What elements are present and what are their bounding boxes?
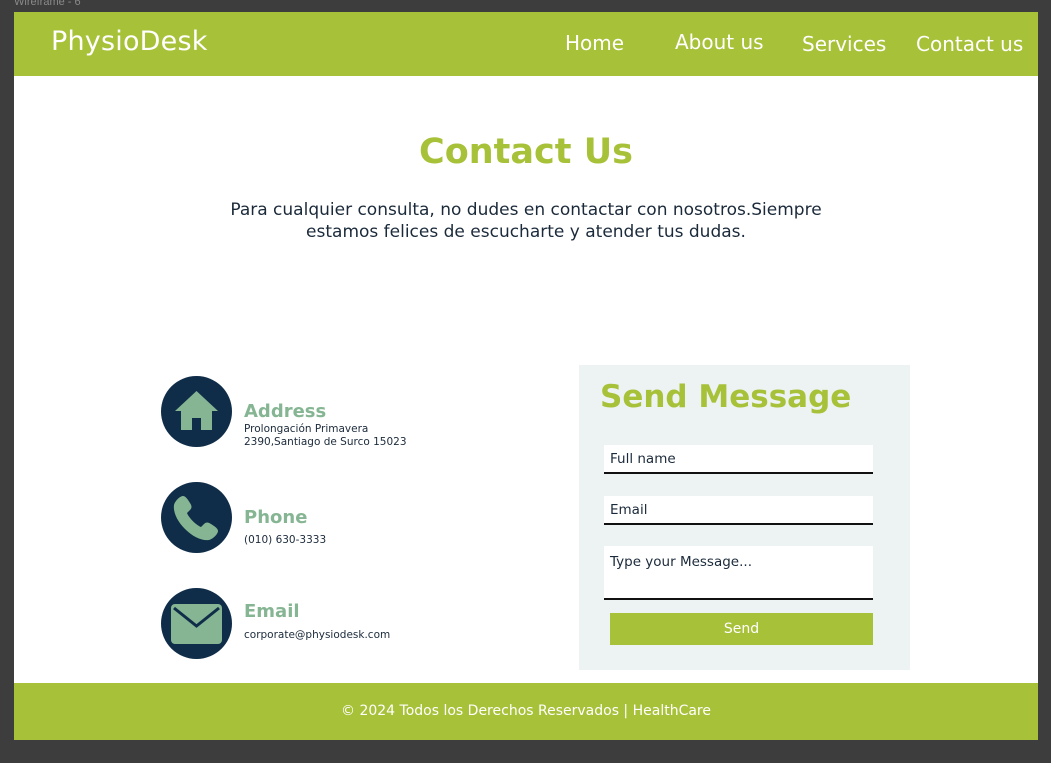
- nav-about-us[interactable]: About us: [675, 30, 764, 54]
- footer-copyright: © 2024 Todos los Derechos Reservados | H…: [341, 703, 711, 719]
- address-title: Address: [244, 401, 327, 422]
- footer: © 2024 Todos los Derechos Reservados | H…: [14, 683, 1038, 740]
- phone-value[interactable]: (010) 630-3333: [244, 534, 326, 547]
- email-title: Email: [244, 601, 300, 622]
- mail-icon: [171, 604, 222, 644]
- email-value[interactable]: corporate@physiodesk.com: [244, 629, 390, 642]
- brand-logo[interactable]: PhysioDesk: [51, 26, 208, 57]
- full-name-input[interactable]: [604, 445, 873, 474]
- navbar: PhysioDesk Home About us Services Contac…: [14, 12, 1038, 76]
- frame-label: Wireframe - 6: [14, 0, 81, 8]
- email-input[interactable]: [604, 496, 873, 525]
- phone-icon: [173, 496, 218, 541]
- address-line-1: Prolongación Primavera: [244, 423, 369, 435]
- message-textarea[interactable]: [604, 546, 873, 600]
- nav-services[interactable]: Services: [802, 32, 886, 56]
- page-title: Contact Us: [419, 132, 633, 172]
- address-icon-circle: [161, 376, 232, 447]
- email-icon-circle: [161, 588, 232, 659]
- send-button[interactable]: Send: [610, 613, 873, 645]
- home-icon: [175, 391, 218, 430]
- nav-home[interactable]: Home: [565, 31, 624, 55]
- address-line-2: 2390,Santiago de Surco 15023: [244, 436, 407, 448]
- form-title: Send Message: [600, 379, 852, 415]
- phone-icon-circle: [161, 482, 232, 553]
- nav-contact-us[interactable]: Contact us: [916, 32, 1023, 56]
- send-message-panel: Send Message Send: [579, 365, 910, 670]
- page-intro: Para cualquier consulta, no dudes en con…: [230, 200, 822, 242]
- contact-page: PhysioDesk Home About us Services Contac…: [14, 12, 1038, 740]
- phone-title: Phone: [244, 507, 308, 528]
